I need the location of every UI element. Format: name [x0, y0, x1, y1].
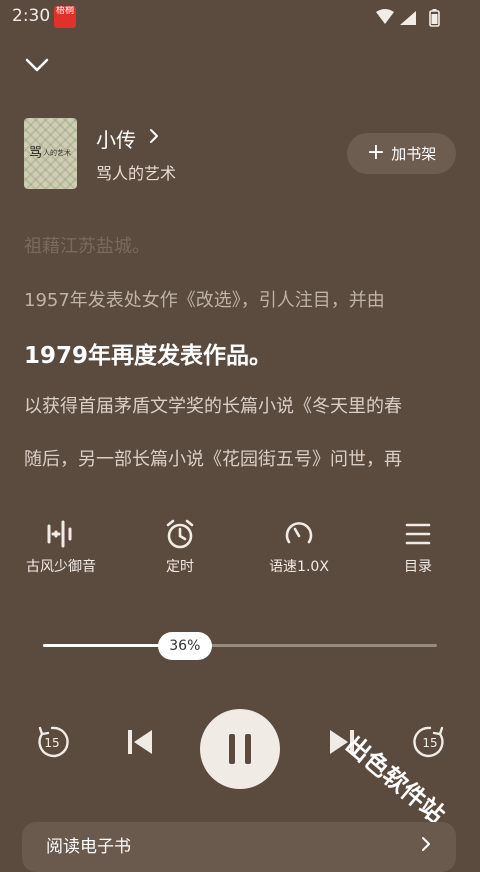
app-notification-icon: 梧桐	[54, 6, 76, 28]
status-time: 2:30	[12, 6, 51, 26]
chevron-right-icon[interactable]	[148, 126, 160, 150]
speed-label: 语速1.0X	[269, 559, 329, 575]
voice-label: 古风少御音	[26, 559, 96, 575]
chevron-right-icon	[420, 834, 432, 858]
current-text-line: 1979年再度发表作品。	[24, 343, 273, 369]
book-cover[interactable]: 骂 人的艺术	[24, 118, 77, 189]
progress-track[interactable]	[43, 644, 437, 647]
speed-gauge-icon	[285, 522, 313, 544]
pause-icon	[245, 734, 251, 764]
status-bar: 2:30 梧桐	[0, 0, 480, 34]
forward-15-button[interactable]: 15	[410, 722, 450, 766]
add-to-shelf-label: 加书架	[391, 145, 437, 163]
skip-previous-icon	[128, 730, 152, 754]
menu-list-icon	[405, 523, 431, 545]
plus-icon: +	[366, 139, 386, 165]
read-ebook-label: 阅读电子书	[46, 837, 131, 857]
cover-title: 骂	[29, 146, 43, 161]
progress-thumb[interactable]: 36%	[157, 632, 212, 660]
text-line: 以获得首届茅盾文学奖的长篇小说《冬天里的春	[24, 396, 402, 417]
cover-subtitle: 人的艺术	[43, 149, 71, 157]
wifi-signal-battery-icon	[376, 9, 440, 27]
text-line: 随后，另一部长篇小说《花园街五号》问世，再	[24, 449, 402, 470]
forward-icon: 15	[413, 726, 444, 758]
voice-wave-icon	[47, 520, 72, 548]
text-line: 祖藉江苏盐城。	[24, 236, 150, 257]
catalog-label: 目录	[404, 559, 432, 575]
system-status-icons	[374, 9, 444, 31]
text-line: 1957年发表处女作《改选》，引人注目，并由	[24, 290, 385, 311]
timer-label: 定时	[166, 559, 194, 575]
previous-button[interactable]	[122, 722, 158, 766]
rewind-icon: 15	[38, 726, 69, 758]
read-ebook-bar[interactable]: 阅读电子书	[22, 822, 456, 872]
voice-button[interactable]: 古风少御音	[6, 518, 116, 576]
pause-button[interactable]	[200, 709, 280, 789]
timer-button[interactable]: 定时	[125, 518, 235, 576]
rewind-15-button[interactable]: 15	[32, 722, 72, 766]
speed-button[interactable]: 语速1.0X	[244, 518, 354, 576]
book-subtitle: 骂人的艺术	[96, 164, 177, 183]
chevron-down-icon	[25, 58, 49, 72]
pause-icon	[229, 734, 235, 764]
forward-seconds: 15	[422, 736, 437, 750]
alarm-clock-icon	[166, 519, 194, 549]
book-title[interactable]: 小传	[96, 124, 136, 153]
catalog-button[interactable]: 目录	[363, 518, 473, 576]
add-to-shelf-button[interactable]: + 加书架	[347, 133, 456, 174]
rewind-seconds: 15	[44, 736, 59, 750]
collapse-button[interactable]	[22, 52, 52, 78]
